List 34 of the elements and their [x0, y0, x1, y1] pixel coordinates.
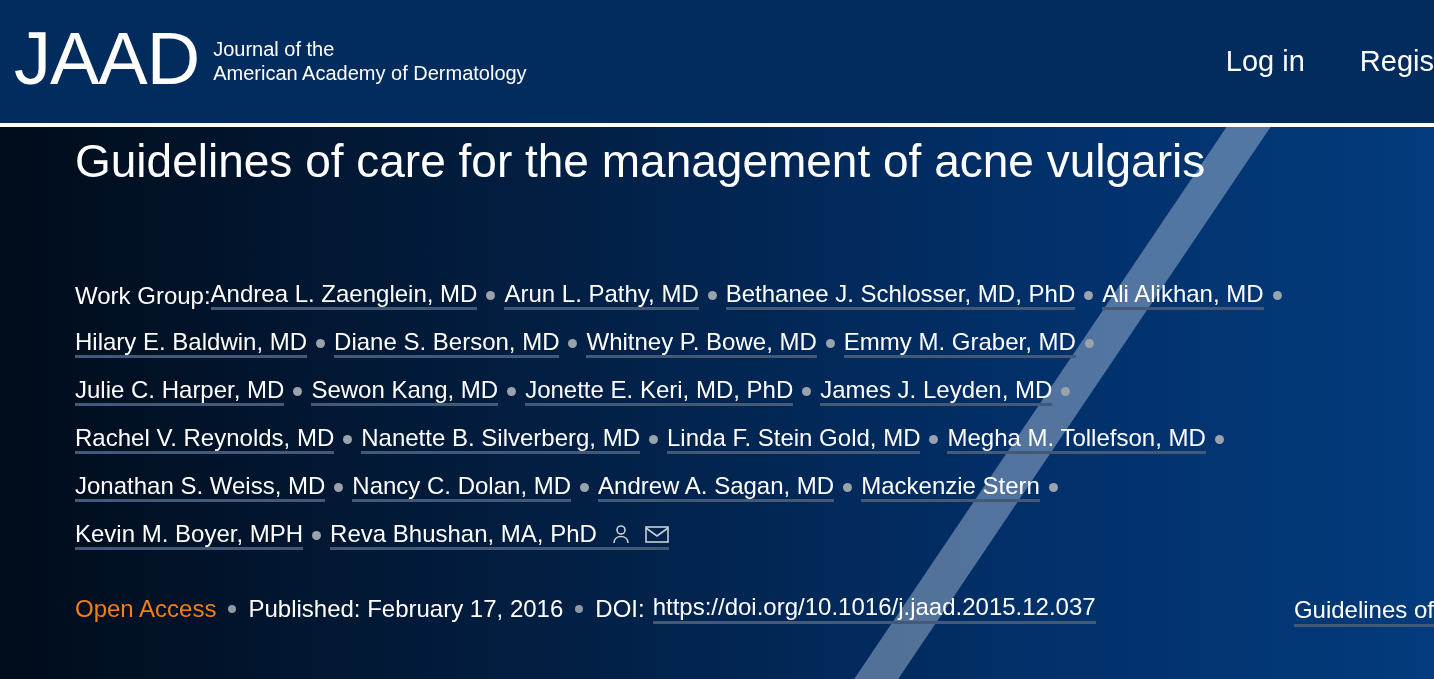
- author-link[interactable]: Rachel V. Reynolds, MD: [75, 425, 335, 454]
- journal-name: Journal of the: [213, 36, 336, 61]
- nav-link[interactable]: Log in: [1225, 45, 1305, 78]
- author-link[interactable]: James J. Leyden, MD: [820, 377, 1053, 406]
- journal-name: American Academy of Dermatology: [213, 60, 527, 85]
- author-link[interactable]: Reva Bhushan, MA, PhD: [330, 521, 669, 550]
- author-link[interactable]: Jonette E. Keri, MD, PhD: [525, 377, 794, 406]
- author-link[interactable]: Mackenzie Stern: [861, 473, 1040, 502]
- related-article-link[interactable]: Guidelines of: [1293, 596, 1434, 627]
- author-link[interactable]: Linda F. Stein Gold, MD: [667, 425, 921, 454]
- author-link[interactable]: Diane S. Berson, MD: [334, 329, 560, 358]
- author-link[interactable]: Arun L. Pathy, MD: [504, 281, 699, 310]
- author-link[interactable]: Kevin M. Boyer, MPH: [75, 521, 304, 550]
- author-link[interactable]: Sewon Kang, MD: [311, 377, 499, 406]
- published-date: Published: February 17, 2016: [248, 594, 564, 623]
- doi-link[interactable]: https://doi.org/10.1016/j.jaad.2015.12.037: [652, 593, 1096, 624]
- author-link[interactable]: Julie C. Harper, MD: [75, 377, 285, 406]
- author-link[interactable]: Nanette B. Silverberg, MD: [361, 425, 640, 454]
- nav-link[interactable]: Regis: [1359, 45, 1434, 78]
- article-title: Guidelines of care for the management of acne vulgaris: [75, 134, 1207, 189]
- author-link[interactable]: Andrew A. Sagan, MD: [598, 473, 835, 502]
- author-link[interactable]: Nancy C. Dolan, MD: [352, 473, 572, 502]
- author-link[interactable]: Hilary E. Baldwin, MD: [75, 329, 308, 358]
- doi-label: DOI:: [595, 594, 645, 623]
- open-access-label: Open Access: [75, 594, 217, 623]
- author-link[interactable]: Whitney P. Bowe, MD: [586, 329, 817, 358]
- author-link[interactable]: Bethanee J. Schlosser, MD, PhD: [725, 281, 1076, 310]
- author-link[interactable]: Ali Alikhan, MD: [1102, 281, 1264, 310]
- journal-logo[interactable]: JAAD: [14, 21, 200, 96]
- author-link[interactable]: Megha M. Tollefson, MD: [947, 425, 1206, 454]
- authors-label: Work Group:: [75, 282, 211, 309]
- author-link[interactable]: Jonathan S. Weiss, MD: [75, 473, 326, 502]
- author-link[interactable]: Emmy M. Graber, MD: [843, 329, 1076, 358]
- author-link[interactable]: Andrea L. Zaenglein, MD: [210, 281, 478, 310]
